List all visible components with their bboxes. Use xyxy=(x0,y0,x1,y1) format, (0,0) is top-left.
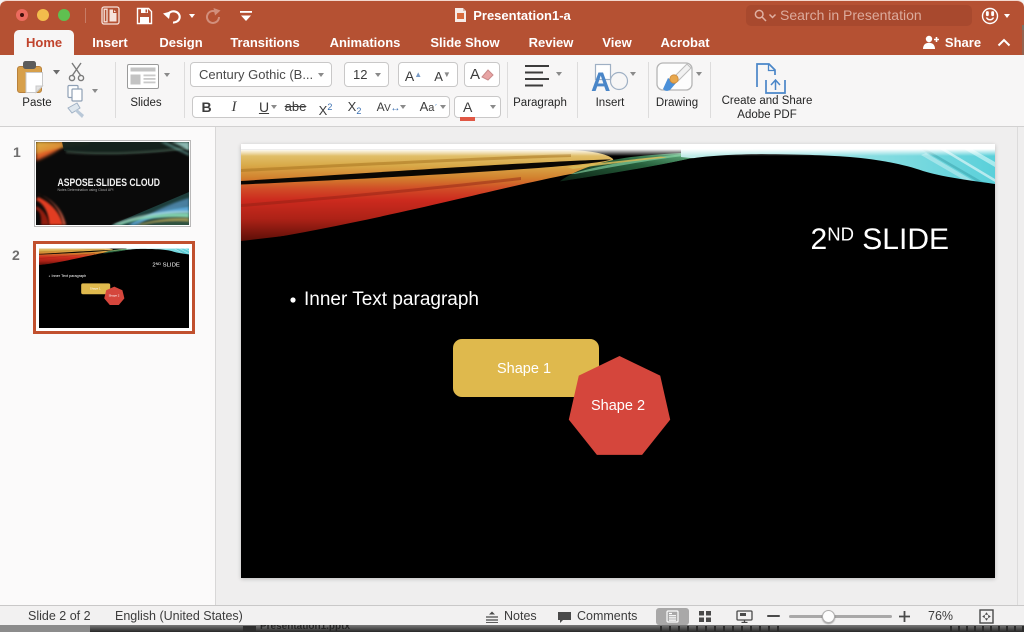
svg-text:Notes Detemination using Cloud: Notes Detemination using Cloud API xyxy=(58,188,114,192)
svg-text:A: A xyxy=(591,67,611,94)
